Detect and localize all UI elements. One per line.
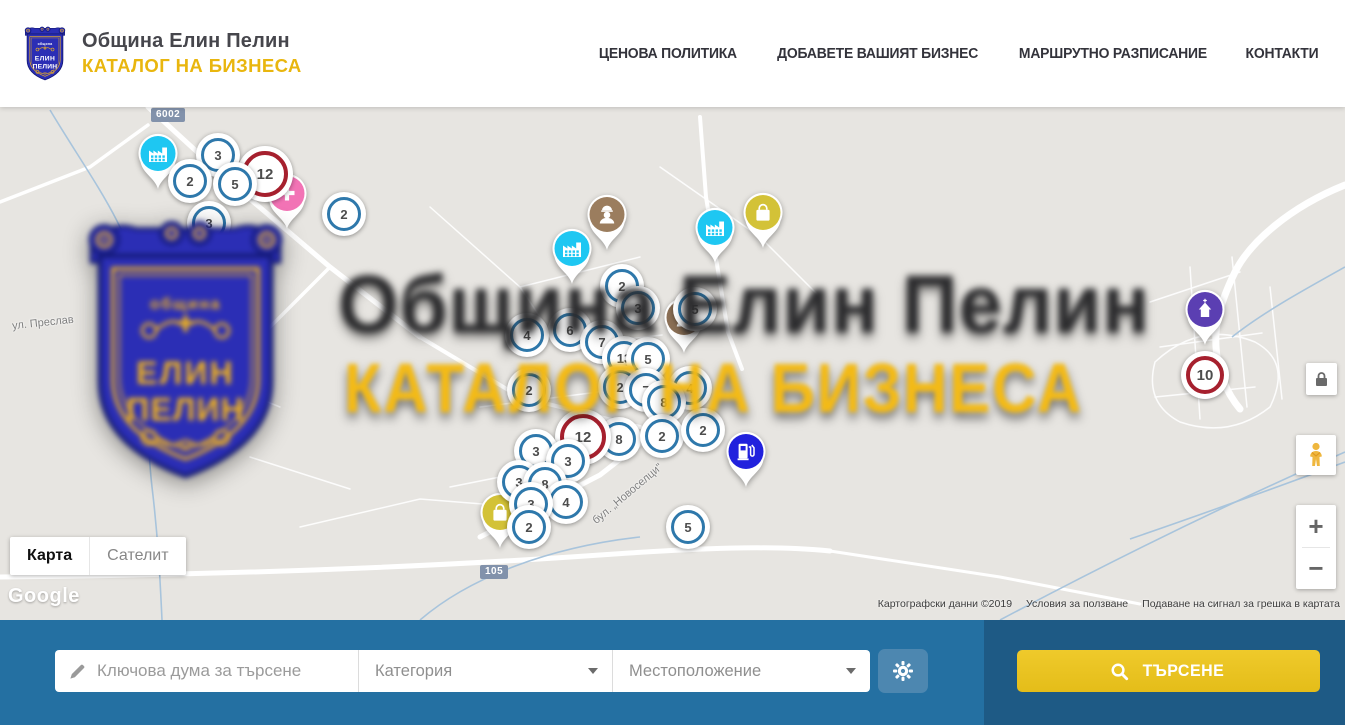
header: Община Елин Пелин КАТАЛОГ НА БИЗНЕСА ЦЕН… bbox=[0, 0, 1345, 107]
zoom-in-button[interactable]: + bbox=[1296, 505, 1336, 547]
nav-link-add-business[interactable]: ДОБАВЕТЕ ВАШИЯТ БИЗНЕС bbox=[777, 46, 978, 62]
cluster-marker[interactable]: 2 bbox=[168, 159, 212, 203]
cluster-marker[interactable]: 5 bbox=[666, 505, 710, 549]
logo[interactable]: Община Елин Пелин КАТАЛОГ НА БИЗНЕСА bbox=[22, 25, 302, 83]
google-logo[interactable]: Google bbox=[8, 585, 80, 608]
nav-link-route-schedule[interactable]: МАРШРУТНО РАЗПИСАНИЕ bbox=[1019, 46, 1207, 62]
factory-pin[interactable] bbox=[691, 203, 739, 265]
cluster-marker[interactable]: 5 bbox=[673, 287, 717, 331]
worker-pin[interactable] bbox=[583, 190, 631, 252]
search-fields: Категория Местоположение bbox=[55, 650, 870, 692]
cluster-marker[interactable]: 2 bbox=[507, 505, 551, 549]
location-select[interactable]: Местоположение bbox=[612, 650, 870, 692]
keyword-field-wrap bbox=[55, 650, 358, 692]
church-pin[interactable] bbox=[1181, 285, 1229, 347]
main-nav: ЦЕНОВА ПОЛИТИКА ДОБАВЕТЕ ВАШИЯТ БИЗНЕС М… bbox=[596, 46, 1320, 62]
nav-link-pricing[interactable]: ЦЕНОВА ПОЛИТИКА bbox=[599, 46, 737, 62]
search-icon bbox=[1110, 662, 1129, 681]
chevron-down-icon bbox=[846, 668, 856, 674]
lock-control-button[interactable] bbox=[1306, 363, 1337, 395]
map-type-map-button[interactable]: Карта bbox=[10, 537, 89, 575]
lock-icon bbox=[1314, 371, 1329, 387]
road-number-badge: 105 bbox=[480, 565, 508, 579]
map-type-satellite-button[interactable]: Сателит bbox=[89, 537, 185, 575]
pegman-button[interactable] bbox=[1296, 435, 1336, 475]
map-attribution: Картографски данни ©2019 Условия за полз… bbox=[878, 598, 1340, 610]
fuel-pin[interactable] bbox=[722, 427, 770, 489]
category-select[interactable]: Категория bbox=[358, 650, 612, 692]
pencil-icon bbox=[68, 662, 87, 681]
cluster-marker[interactable]: 2 bbox=[640, 414, 684, 458]
cluster-marker[interactable]: 5 bbox=[213, 162, 257, 206]
google-map[interactable]: 6002105ул. Преславбул. „Новоселци" bbox=[0, 107, 1345, 620]
search-panel: Категория Местоположение bbox=[0, 620, 1345, 725]
cluster-marker[interactable]: 10 bbox=[1181, 351, 1229, 399]
cluster-marker[interactable]: 2 bbox=[322, 192, 366, 236]
bag-pin[interactable] bbox=[739, 188, 787, 250]
cluster-marker[interactable]: 3 bbox=[187, 201, 231, 245]
pegman-icon bbox=[1305, 442, 1327, 468]
cluster-marker[interactable]: 2 bbox=[681, 408, 725, 452]
zoom-control: + − bbox=[1296, 505, 1336, 589]
road-number-badge: 6002 bbox=[151, 108, 185, 122]
cluster-marker[interactable]: 4 bbox=[505, 313, 549, 357]
gear-icon bbox=[891, 659, 915, 683]
cluster-marker[interactable]: 2 bbox=[507, 368, 551, 412]
chevron-down-icon bbox=[588, 668, 598, 674]
site-subtitle: КАТАЛОГ НА БИЗНЕСА bbox=[82, 55, 302, 77]
cluster-marker[interactable]: 3 bbox=[616, 286, 660, 330]
keyword-input[interactable] bbox=[97, 661, 358, 681]
advanced-settings-button[interactable] bbox=[878, 649, 928, 693]
zoom-out-button[interactable]: − bbox=[1296, 548, 1336, 590]
municipality-crest-icon bbox=[22, 25, 68, 83]
map-type-control: Карта Сателит bbox=[10, 537, 186, 575]
attribution-terms-link[interactable]: Условия за ползване bbox=[1026, 598, 1128, 610]
site-title: Община Елин Пелин bbox=[82, 30, 302, 53]
attribution-copyright: Картографски данни ©2019 bbox=[878, 598, 1012, 610]
search-button[interactable]: ТЪРСЕНЕ bbox=[1017, 650, 1320, 692]
nav-link-contacts[interactable]: КОНТАКТИ bbox=[1246, 46, 1319, 62]
attribution-report-link[interactable]: Подаване на сигнал за грешка в картата bbox=[1142, 598, 1340, 610]
